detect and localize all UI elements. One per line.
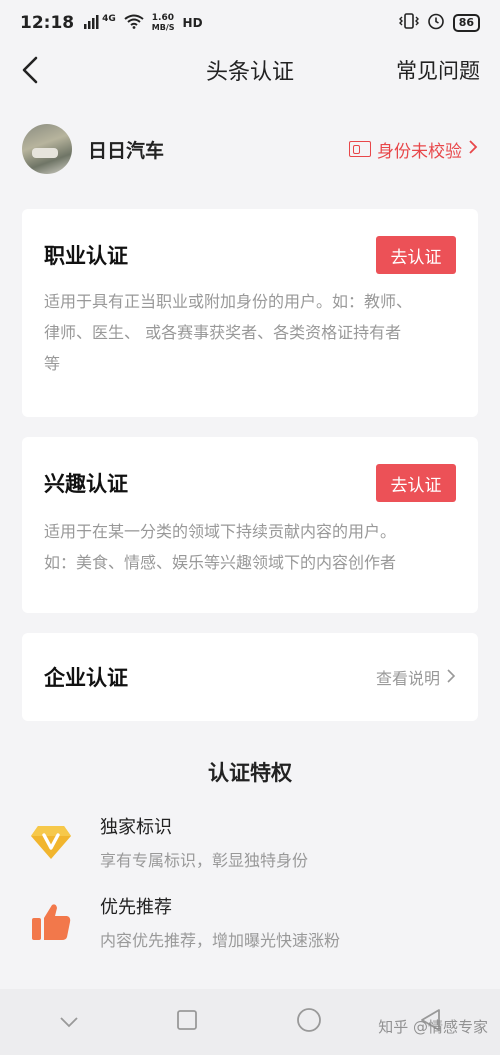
avatar[interactable] <box>22 124 72 174</box>
username: 日日汽车 <box>88 139 165 162</box>
signal-icon <box>82 14 100 33</box>
desc-line: 如：美食、情感、娱乐等兴趣领域下的内容创作者 <box>44 553 397 572</box>
desc-line: 适用于在某一分类的领域下持续贡献内容的用户。 <box>44 522 397 541</box>
enterprise-cert-card[interactable]: 企业认证 查看说明 <box>22 633 478 721</box>
network-label: 4G <box>102 13 116 24</box>
status-right: 86 <box>398 12 480 34</box>
card-header: 职业认证 去认证 <box>44 209 456 274</box>
card-description: 适用于在某一分类的领域下持续贡献内容的用户。 如：美食、情感、娱乐等兴趣领域下的… <box>44 516 456 578</box>
diamond-v-icon <box>30 821 72 863</box>
thumbs-up-icon <box>30 901 72 943</box>
view-instructions-label: 查看说明 <box>375 669 440 688</box>
interest-cert-button[interactable]: 去认证 <box>376 464 456 502</box>
identity-verify-link[interactable]: 身份未校验 <box>349 137 478 162</box>
chevron-right-icon <box>446 668 456 687</box>
wifi-icon <box>124 14 144 33</box>
speed-value: 1.60 <box>151 13 174 23</box>
home-button[interactable] <box>296 1007 322 1037</box>
id-card-icon <box>349 141 371 157</box>
privileges-title: 认证特权 <box>208 761 292 785</box>
status-left: 12:18 4G 1.60 MB/S HD <box>20 13 203 33</box>
battery-indicator: 86 <box>452 14 480 32</box>
recent-apps-button[interactable] <box>176 1009 198 1035</box>
desc-line: 等 <box>44 354 61 373</box>
privilege-item: 独家标识 享有专属标识，彰显独特身份 <box>0 813 500 871</box>
vibrate-icon <box>398 13 419 33</box>
profile-info: 日日汽车 <box>22 124 164 174</box>
hd-label: HD <box>182 15 203 30</box>
interest-cert-card: 兴趣认证 去认证 适用于在某一分类的领域下持续贡献内容的用户。 如：美食、情感、… <box>22 437 478 613</box>
privilege-text: 独家标识 享有专属标识，彰显独特身份 <box>100 813 308 871</box>
card-title: 兴趣认证 <box>44 472 128 496</box>
card-title: 职业认证 <box>44 244 128 268</box>
watermark: 知乎 @情感专家 <box>378 1018 488 1036</box>
chevron-right-icon <box>468 139 478 159</box>
privilege-desc: 内容优先推荐，增加曝光快速涨粉 <box>100 931 341 950</box>
nav-bar: 头条认证 常见问题 <box>0 46 500 94</box>
speed-unit: MB/S <box>151 23 175 32</box>
view-instructions-link[interactable]: 查看说明 <box>376 665 456 689</box>
card-header: 兴趣认证 去认证 <box>44 437 456 502</box>
status-bar: 12:18 4G 1.60 MB/S HD 86 <box>0 0 500 46</box>
back-icon[interactable] <box>20 56 48 84</box>
faq-link[interactable]: 常见问题 <box>396 55 480 85</box>
privilege-title: 独家标识 <box>100 817 172 838</box>
network-speed: 1.60 MB/S <box>151 13 175 33</box>
professional-cert-card: 职业认证 去认证 适用于具有正当职业或附加身份的用户。如：教师、 律师、医生、 … <box>22 209 478 417</box>
privilege-item: 优先推荐 内容优先推荐，增加曝光快速涨粉 <box>0 893 500 951</box>
alarm-icon <box>427 12 445 34</box>
privilege-title: 优先推荐 <box>100 897 172 918</box>
card-description: 适用于具有正当职业或附加身份的用户。如：教师、 律师、医生、 或各赛事获奖者、各… <box>44 286 456 379</box>
status-time: 12:18 <box>20 13 75 33</box>
chevron-down-icon[interactable] <box>59 1013 79 1032</box>
desc-line: 适用于具有正当职业或附加身份的用户。如：教师、 <box>44 292 413 311</box>
professional-cert-button[interactable]: 去认证 <box>376 236 456 274</box>
profile-row: 日日汽车 身份未校验 <box>0 94 500 204</box>
identity-verify-label: 身份未校验 <box>377 141 462 162</box>
privilege-text: 优先推荐 内容优先推荐，增加曝光快速涨粉 <box>100 893 340 951</box>
desc-line: 律师、医生、 或各赛事获奖者、各类资格证持有者 <box>44 323 402 342</box>
privilege-desc: 享有专属标识，彰显独特身份 <box>100 851 309 870</box>
card-title: 企业认证 <box>44 666 128 690</box>
